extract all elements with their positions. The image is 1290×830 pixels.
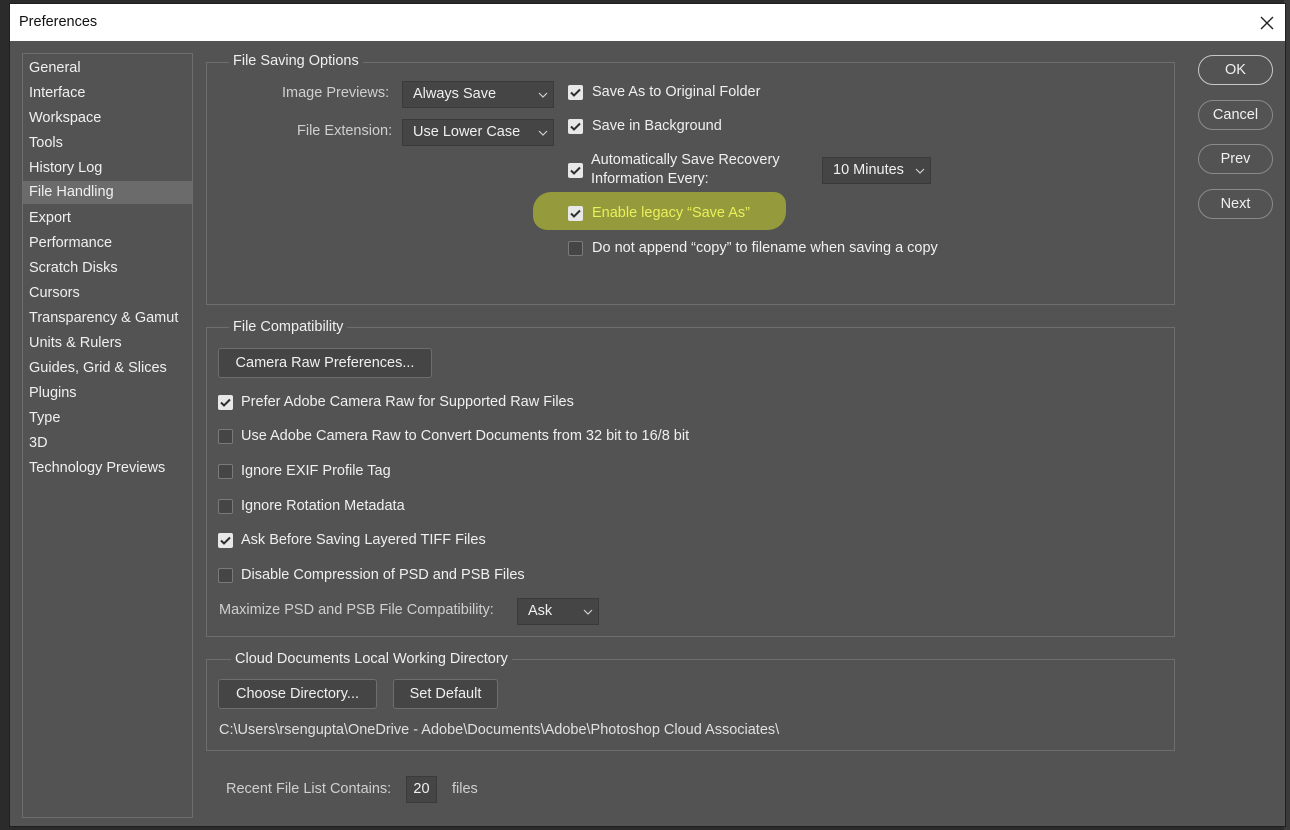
choose-directory-button[interactable]: Choose Directory... <box>218 679 377 709</box>
legacy-save-as-label: Enable legacy “Save As” <box>592 205 750 221</box>
sidebar-item-guides-grid-slices[interactable]: Guides, Grid & Slices <box>23 357 192 380</box>
sidebar-item-transparency-gamut[interactable]: Transparency & Gamut <box>23 307 192 330</box>
chevron-down-icon <box>538 120 548 145</box>
close-button[interactable] <box>1255 11 1279 35</box>
legacy-save-as-checkbox[interactable] <box>568 206 583 221</box>
checkmark-icon <box>220 398 231 407</box>
group-border-top <box>206 327 1175 328</box>
prev-button[interactable]: Prev <box>1198 144 1273 174</box>
auto-recovery-interval-value: 10 Minutes <box>833 162 904 178</box>
image-previews-label: Image Previews: <box>282 85 390 101</box>
no-copy-append-label: Do not append “copy” to filename when sa… <box>592 240 938 256</box>
checkmark-icon <box>570 166 581 175</box>
checkmark-icon <box>220 536 231 545</box>
maximize-compat-value: Ask <box>528 603 553 619</box>
sidebar-item-interface[interactable]: Interface <box>23 82 192 105</box>
sidebar-item-workspace[interactable]: Workspace <box>23 107 192 130</box>
save-original-folder-checkbox[interactable] <box>568 85 583 100</box>
title-bar: Preferences <box>10 4 1285 41</box>
auto-recovery-label-line2: Information Every: <box>591 171 709 187</box>
disable-compression-checkbox[interactable] <box>218 568 233 583</box>
cloud-directory-path: C:\Users\rsengupta\OneDrive - Adobe\Docu… <box>219 722 780 738</box>
sidebar-item-cursors[interactable]: Cursors <box>23 282 192 305</box>
save-background-label: Save in Background <box>592 118 722 134</box>
sidebar-item-tools[interactable]: Tools <box>23 132 192 155</box>
window-title: Preferences <box>19 14 98 30</box>
set-default-button[interactable]: Set Default <box>393 679 498 709</box>
ask-tiff-label: Ask Before Saving Layered TIFF Files <box>241 532 486 548</box>
ignore-exif-label: Ignore EXIF Profile Tag <box>241 463 391 479</box>
auto-recovery-checkbox[interactable] <box>568 163 583 178</box>
chevron-down-icon <box>915 158 925 183</box>
sidebar-item-3d[interactable]: 3D <box>23 432 192 455</box>
sidebar-item-technology-previews[interactable]: Technology Previews <box>23 457 192 480</box>
image-previews-value: Always Save <box>413 86 497 102</box>
file-extension-select[interactable]: Use Lower Case <box>402 119 554 146</box>
no-copy-append-checkbox[interactable] <box>568 241 583 256</box>
ignore-rotation-label: Ignore Rotation Metadata <box>241 498 405 514</box>
next-button[interactable]: Next <box>1198 189 1273 219</box>
recent-files-count-input[interactable]: 20 <box>406 776 437 803</box>
prefer-acr-checkbox[interactable] <box>218 395 233 410</box>
category-sidebar: General Interface Workspace Tools Histor… <box>22 53 193 818</box>
ask-tiff-checkbox[interactable] <box>218 533 233 548</box>
sidebar-item-plugins[interactable]: Plugins <box>23 382 192 405</box>
file-extension-label: File Extension: <box>297 123 393 139</box>
file-compatibility-title: File Compatibility <box>229 319 348 335</box>
checkmark-icon <box>570 122 581 131</box>
chevron-down-icon <box>538 82 548 107</box>
recent-files-label: Recent File List Contains: <box>226 781 392 797</box>
file-saving-options-title: File Saving Options <box>229 53 363 69</box>
sidebar-item-units-rulers[interactable]: Units & Rulers <box>23 332 192 355</box>
cancel-button[interactable]: Cancel <box>1198 100 1273 130</box>
recent-files-suffix: files <box>452 781 478 797</box>
disable-compression-label: Disable Compression of PSD and PSB Files <box>241 567 525 583</box>
preferences-dialog: Preferences General Interface Workspace … <box>9 3 1286 827</box>
use-acr-convert-label: Use Adobe Camera Raw to Convert Document… <box>241 428 690 444</box>
sidebar-item-general[interactable]: General <box>23 57 192 80</box>
ok-button[interactable]: OK <box>1198 55 1273 85</box>
sidebar-item-scratch-disks[interactable]: Scratch Disks <box>23 257 192 280</box>
group-border-bottom <box>206 750 1175 751</box>
cloud-documents-title: Cloud Documents Local Working Directory <box>231 651 512 667</box>
sidebar-item-history-log[interactable]: History Log <box>23 157 192 180</box>
prefer-acr-label: Prefer Adobe Camera Raw for Supported Ra… <box>241 394 574 410</box>
file-extension-value: Use Lower Case <box>413 124 521 140</box>
sidebar-item-export[interactable]: Export <box>23 207 192 230</box>
checkmark-icon <box>570 88 581 97</box>
maximize-compat-label: Maximize PSD and PSB File Compatibility: <box>219 602 494 618</box>
checkmark-icon <box>570 209 581 218</box>
close-icon <box>1260 16 1274 30</box>
chevron-down-icon <box>583 599 593 624</box>
maximize-compat-select[interactable]: Ask <box>517 598 599 625</box>
ignore-rotation-checkbox[interactable] <box>218 499 233 514</box>
camera-raw-preferences-button[interactable]: Camera Raw Preferences... <box>218 348 432 378</box>
auto-recovery-label-line1: Automatically Save Recovery <box>591 152 780 168</box>
save-original-folder-label: Save As to Original Folder <box>592 84 761 100</box>
sidebar-item-file-handling[interactable]: File Handling <box>23 181 192 204</box>
auto-recovery-interval-select[interactable]: 10 Minutes <box>822 157 931 184</box>
sidebar-item-performance[interactable]: Performance <box>23 232 192 255</box>
ignore-exif-checkbox[interactable] <box>218 464 233 479</box>
use-acr-convert-checkbox[interactable] <box>218 429 233 444</box>
save-background-checkbox[interactable] <box>568 119 583 134</box>
image-previews-select[interactable]: Always Save <box>402 81 554 108</box>
sidebar-item-type[interactable]: Type <box>23 407 192 430</box>
